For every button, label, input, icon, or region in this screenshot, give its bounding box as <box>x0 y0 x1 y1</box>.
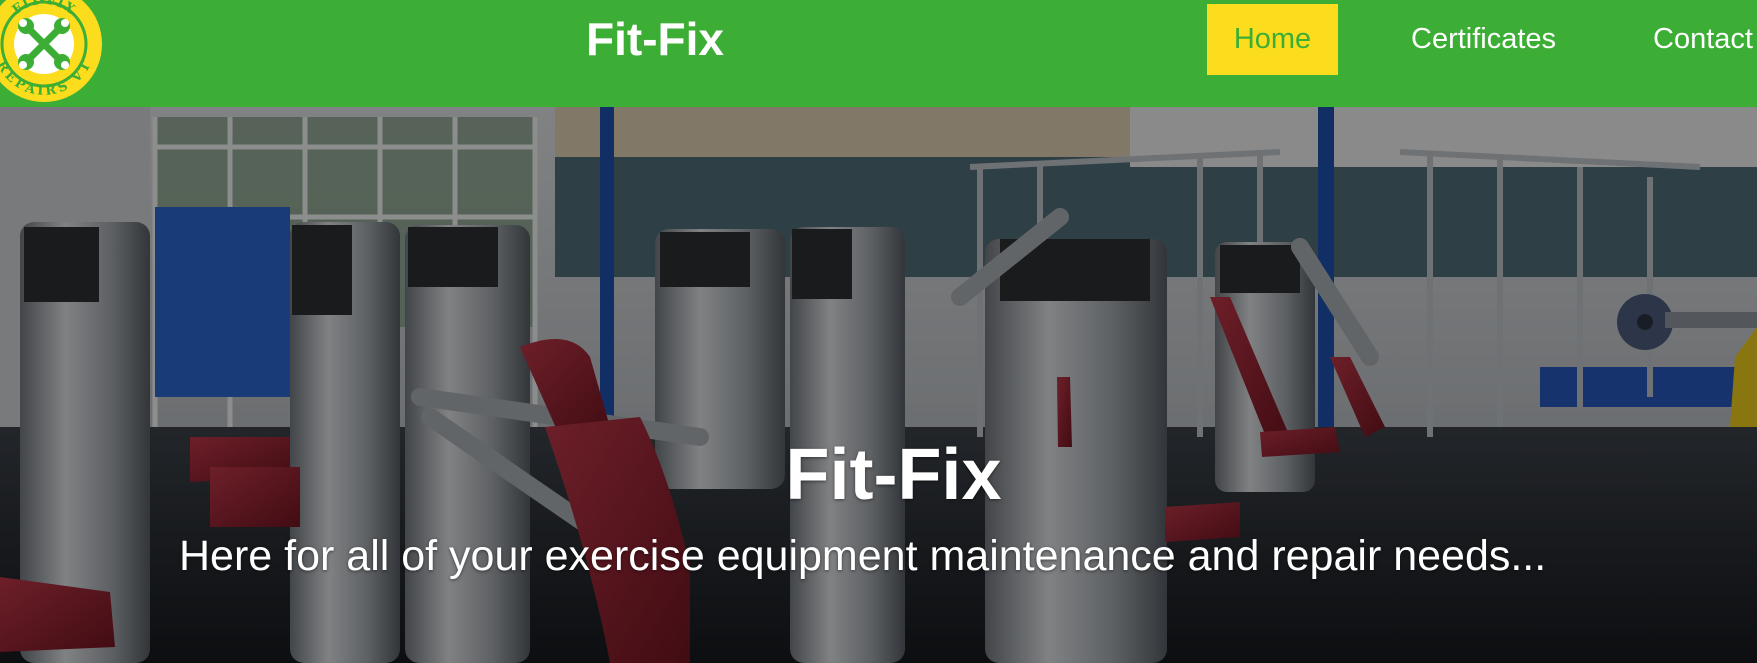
hero-banner: Fit-Fix Here for all of your exercise eq… <box>0 107 1757 663</box>
top-navbar: FIT-FIX REPAIRS VT <box>0 0 1757 107</box>
page: FIT-FIX REPAIRS VT <box>0 0 1757 663</box>
brand-logo[interactable]: FIT-FIX REPAIRS VT <box>0 0 106 106</box>
nav-contact[interactable]: Contact <box>1653 4 1753 75</box>
nav-certificates[interactable]: Certificates <box>1411 4 1556 75</box>
hero-subtitle: Here for all of your exercise equipment … <box>179 532 1547 580</box>
main-nav: Home Certificates Contact <box>1207 4 1753 75</box>
nav-home[interactable]: Home <box>1207 4 1338 75</box>
site-title[interactable]: Fit-Fix <box>586 16 724 62</box>
crossed-wrenches-icon: FIT-FIX REPAIRS VT <box>0 0 102 102</box>
hero-title: Fit-Fix <box>785 435 1002 515</box>
